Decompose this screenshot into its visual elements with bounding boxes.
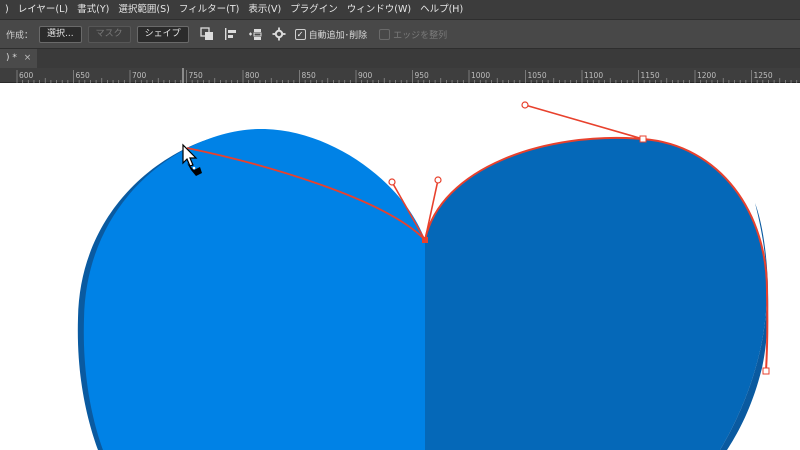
menu-item-2[interactable]: 書式(Y) <box>72 0 113 19</box>
ruler-label: 1000 <box>471 71 490 80</box>
ruler-label: 1050 <box>528 71 547 80</box>
ruler-ticks: 600 650 700 750 800 850 900 950 1000 1050 1100 1150… <box>16 68 798 83</box>
ruler-label: 1250 <box>754 71 773 80</box>
align-edges-checkbox[interactable] <box>379 28 391 40</box>
ruler-label: 600 <box>19 71 34 80</box>
mask-button[interactable]: マスク <box>87 25 131 43</box>
anchor-point[interactable] <box>639 135 647 143</box>
menu-item-5[interactable]: 表示(V) <box>243 0 285 19</box>
select-button[interactable]: 選択... <box>39 25 82 43</box>
direction-handle[interactable] <box>388 178 396 186</box>
ruler-label: 700 <box>132 71 147 80</box>
ruler-label: 850 <box>302 71 317 80</box>
anchor-point-selected[interactable] <box>422 237 428 243</box>
close-icon[interactable]: × <box>24 53 32 63</box>
menu-item-8[interactable]: ヘルプ(H) <box>415 0 467 19</box>
path-alignment-icon[interactable] <box>224 27 238 41</box>
path-arrangement-icon[interactable] <box>248 27 262 41</box>
path-operations-icon[interactable] <box>199 27 214 41</box>
auto-add-delete-checkbox[interactable]: ✓ <box>294 28 306 40</box>
menu-item-1[interactable]: レイヤー(L) <box>13 0 72 19</box>
auto-add-delete-label: 自動追加･削除 <box>308 30 368 41</box>
menu-item-7[interactable]: ウィンドウ(W) <box>342 0 415 19</box>
options-bar: 作成： 選択... マスク シェイプ ✓ 自動追加･削除 エッジを整列 <box>0 19 800 49</box>
ruler-label: 800 <box>245 71 260 80</box>
heart-artwork <box>77 101 770 450</box>
menu-item-3[interactable]: 選択範囲(S) <box>113 0 173 19</box>
menu-item-0[interactable]: ) <box>0 0 13 19</box>
ruler-label: 950 <box>415 71 430 80</box>
document-tab-title: ) * <box>6 53 17 63</box>
ruler-label: 1100 <box>584 71 603 80</box>
horizontal-ruler: 600 650 700 750 800 850 900 950 1000 1050 1100 1150… <box>0 68 800 83</box>
document-canvas[interactable] <box>0 83 800 450</box>
menu-item-4[interactable]: フィルター(T) <box>174 0 244 19</box>
anchor-point[interactable] <box>762 367 770 375</box>
document-tab[interactable]: ) * × <box>0 49 38 68</box>
gear-icon[interactable] <box>272 27 286 41</box>
ruler-label: 750 <box>189 71 204 80</box>
create-label: 作成： <box>6 30 34 41</box>
document-tab-bar: ) * × <box>0 49 800 68</box>
heart-right-half <box>425 137 768 450</box>
ruler-label: 1150 <box>641 71 660 80</box>
ruler-label: 900 <box>358 71 373 80</box>
ruler-label: 1200 <box>697 71 716 80</box>
direction-handle[interactable] <box>434 176 442 184</box>
direction-handle[interactable] <box>521 101 529 109</box>
heart-left-half <box>83 128 425 450</box>
shape-button[interactable]: シェイプ <box>136 25 189 43</box>
align-edges-label: エッジを整列 <box>393 30 448 41</box>
ruler-label: 650 <box>76 71 91 80</box>
menu-item-6[interactable]: プラグイン <box>285 0 342 19</box>
menu-bar: ) レイヤー(L) 書式(Y) 選択範囲(S) フィルター(T) 表示(V) プラグイン ウィ… <box>0 0 800 19</box>
